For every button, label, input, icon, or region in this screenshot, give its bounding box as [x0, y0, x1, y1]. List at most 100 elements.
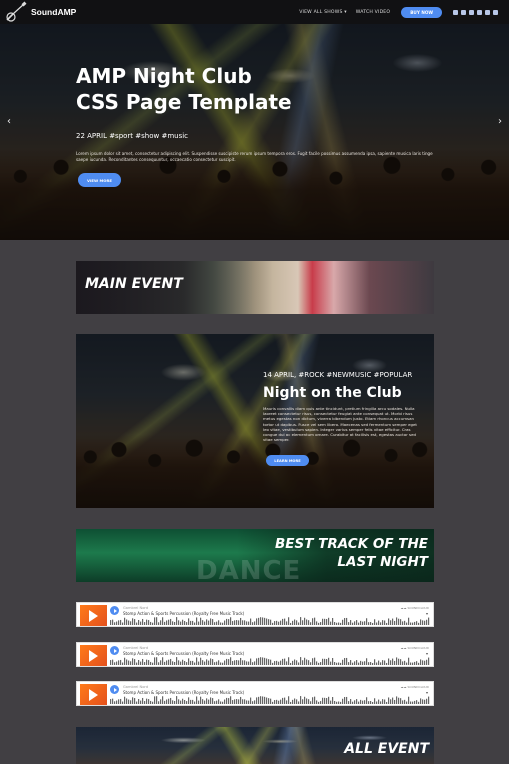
- waveform-bar: [172, 621, 174, 625]
- soundcloud-logo[interactable]: ☁☁ SOUNDCLOUD: [401, 646, 430, 650]
- waveform-bar: [262, 657, 264, 665]
- waveform-bar: [136, 701, 138, 704]
- waveform-bar: [402, 661, 404, 665]
- waveform-bar: [158, 662, 160, 665]
- youtube-icon[interactable]: [453, 9, 458, 15]
- soundcloud-logo[interactable]: ☁☁ SOUNDCLOUD: [401, 606, 430, 610]
- player-menu-icon[interactable]: ▾: [426, 611, 428, 616]
- play-button[interactable]: [110, 606, 119, 615]
- waveform-bar: [426, 698, 428, 704]
- waveform-bar: [330, 700, 332, 704]
- brand-name[interactable]: SoundAMP: [31, 7, 76, 17]
- waveform-bar: [176, 657, 178, 665]
- play-icon: [113, 687, 117, 692]
- waveform-bar: [352, 701, 354, 704]
- prev-slide-arrow-icon[interactable]: ‹: [7, 116, 11, 127]
- waveform-bar: [372, 662, 374, 665]
- all-event-banner[interactable]: ALL EVENT: [76, 727, 434, 764]
- waveform-bar: [206, 619, 208, 625]
- instagram-icon[interactable]: [477, 9, 482, 15]
- waveform-bar: [168, 698, 170, 704]
- waveform-bar: [308, 660, 310, 665]
- waveform-bar: [384, 620, 386, 625]
- track-artist[interactable]: Gambrel Nord: [123, 606, 148, 610]
- waveform-bar: [168, 619, 170, 625]
- waveform-bar: [368, 701, 370, 704]
- waveform-bar: [398, 697, 400, 704]
- waveform-bar: [114, 701, 116, 704]
- waveform-bar: [206, 659, 208, 665]
- waveform-bar: [360, 620, 362, 625]
- track-artist[interactable]: Gambrel Nord: [123, 646, 148, 650]
- waveform-bar: [112, 698, 114, 704]
- waveform-bar: [210, 658, 212, 665]
- waveform-bar: [374, 659, 376, 665]
- waveform-bar: [416, 621, 418, 625]
- waveform-bar: [190, 660, 192, 665]
- guitar-logo-icon[interactable]: [4, 1, 28, 23]
- waveform-bar: [148, 620, 150, 625]
- waveform-bar: [212, 659, 214, 665]
- waveform-bar: [130, 700, 132, 704]
- waveform-bar: [372, 701, 374, 704]
- waveform-bar: [126, 698, 128, 704]
- play-button[interactable]: [110, 685, 119, 694]
- track-artwork: [80, 645, 107, 666]
- waveform-bar: [238, 699, 240, 704]
- track-title[interactable]: Stomp Action & Sports Percussion (Royalt…: [123, 651, 244, 656]
- main-event-banner[interactable]: MAIN EVENT: [76, 261, 434, 314]
- view-more-button[interactable]: VIEW MORE: [78, 173, 121, 187]
- waveform-bar: [364, 661, 366, 665]
- nav-watch-video[interactable]: WATCH VIDEO: [356, 10, 391, 15]
- track-title[interactable]: Stomp Action & Sports Percussion (Royalt…: [123, 611, 244, 616]
- player-menu-icon[interactable]: ▾: [426, 651, 428, 656]
- waveform-bar: [296, 620, 298, 625]
- learn-more-button[interactable]: LEARN MORE: [266, 455, 309, 466]
- waveform-bar: [396, 696, 398, 704]
- soundcloud-logo[interactable]: ☁☁ SOUNDCLOUD: [401, 685, 430, 689]
- pinterest-icon[interactable]: [485, 9, 490, 15]
- waveform-bar: [230, 617, 232, 625]
- waveform-bar: [284, 697, 286, 704]
- track-title[interactable]: Stomp Action & Sports Percussion (Royalt…: [123, 690, 244, 695]
- waveform-bar: [140, 621, 142, 625]
- waveform-bar: [320, 622, 322, 625]
- waveform-bar: [204, 621, 206, 625]
- waveform-bar: [374, 619, 376, 625]
- waveform-bar: [200, 617, 202, 625]
- player-menu-icon[interactable]: ▾: [426, 690, 428, 695]
- waveform-bar: [378, 660, 380, 665]
- waveform-bar: [258, 617, 260, 625]
- waveform-bar: [196, 617, 198, 625]
- waveform-bar: [128, 660, 130, 665]
- waveform-bar: [162, 657, 164, 665]
- waveform-bar: [182, 659, 184, 665]
- waveform-bar: [184, 621, 186, 625]
- play-button[interactable]: [110, 646, 119, 655]
- waveform-bar: [388, 658, 390, 665]
- waveform-bar: [422, 699, 424, 704]
- waveform-bar: [250, 618, 252, 625]
- waveform-bar: [138, 699, 140, 704]
- waveform-bar: [274, 621, 276, 625]
- waveform-bar: [232, 621, 234, 625]
- waveform[interactable]: [110, 696, 430, 704]
- track-artist[interactable]: Gambrel Nord: [123, 685, 148, 689]
- waveform-bar: [318, 701, 320, 704]
- buy-now-button[interactable]: BUY NOW: [401, 6, 442, 18]
- waveform-bar: [192, 699, 194, 704]
- waveform-bar: [236, 660, 238, 665]
- nav-view-all-shows[interactable]: VIEW ALL SHOWS ▾: [299, 10, 347, 15]
- twitter-icon[interactable]: [469, 9, 474, 15]
- facebook-icon[interactable]: [461, 9, 466, 15]
- waveform[interactable]: [110, 657, 430, 665]
- waveform-bar: [152, 701, 154, 704]
- waveform-bar: [150, 661, 152, 665]
- waveform-bar: [396, 617, 398, 625]
- waveform-bar: [264, 617, 266, 625]
- waveform-bar: [368, 662, 370, 665]
- waveform[interactable]: [110, 617, 430, 625]
- waveform-bar: [190, 699, 192, 704]
- next-slide-arrow-icon[interactable]: ›: [498, 116, 502, 127]
- vimeo-icon[interactable]: [493, 9, 498, 15]
